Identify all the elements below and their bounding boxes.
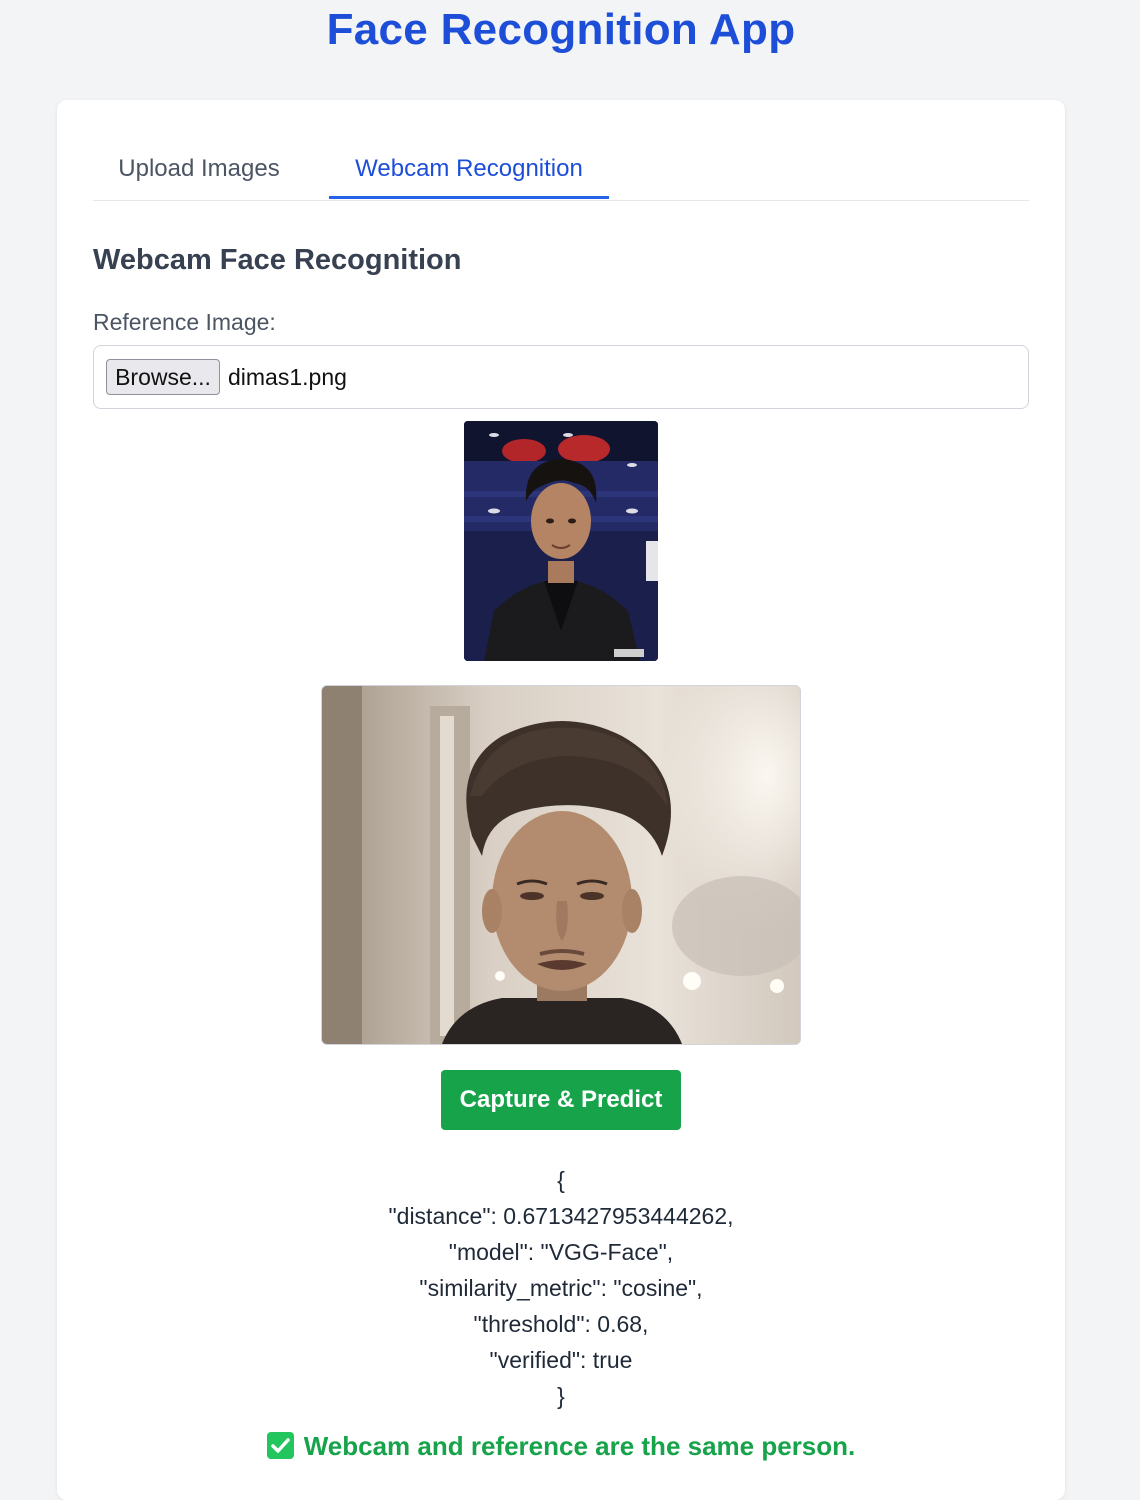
webcam-video-feed bbox=[321, 685, 801, 1045]
result-line: } bbox=[557, 1383, 565, 1409]
verification-verdict: Webcam and reference are the same person… bbox=[57, 1428, 1065, 1464]
result-line: "model": "VGG-Face", bbox=[448, 1239, 674, 1265]
prediction-result: { "distance": 0.6713427953444262, "model… bbox=[57, 1162, 1065, 1414]
browse-button[interactable]: Browse... bbox=[106, 359, 220, 395]
tab-webcam-recognition[interactable]: Webcam Recognition bbox=[329, 140, 609, 199]
main-card: Upload Images Webcam Recognition Webcam … bbox=[57, 100, 1065, 1500]
reference-image-label: Reference Image: bbox=[93, 309, 276, 335]
verdict-text: Webcam and reference are the same person… bbox=[303, 1431, 856, 1461]
tab-bar: Upload Images Webcam Recognition bbox=[93, 140, 1029, 201]
result-line: "distance": 0.6713427953444262, bbox=[388, 1203, 734, 1229]
capture-predict-button[interactable]: Capture & Predict bbox=[441, 1070, 681, 1130]
section-title: Webcam Face Recognition bbox=[93, 244, 462, 276]
selected-file-name: dimas1.png bbox=[228, 364, 347, 390]
reference-image-preview bbox=[464, 421, 658, 661]
reference-file-input[interactable]: Browse... dimas1.png bbox=[93, 345, 1029, 409]
result-line: "similarity_metric": "cosine", bbox=[419, 1275, 703, 1301]
result-line: "verified": true bbox=[489, 1347, 633, 1373]
result-line: "threshold": 0.68, bbox=[473, 1311, 649, 1337]
check-mark-button-icon bbox=[266, 1432, 294, 1459]
tab-upload-images[interactable]: Upload Images bbox=[93, 140, 305, 199]
app-title: Face Recognition App bbox=[326, 5, 796, 54]
result-line: { bbox=[557, 1167, 565, 1193]
